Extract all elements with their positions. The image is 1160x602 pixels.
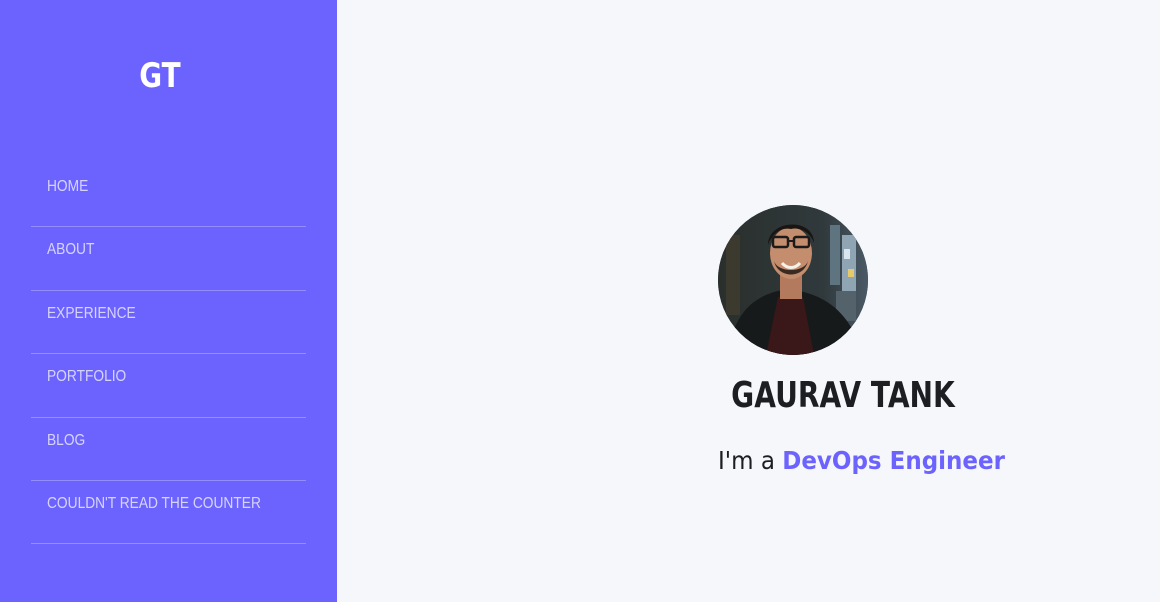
nav-item-label: HOME — [47, 178, 89, 195]
profile-avatar — [718, 205, 868, 355]
page: GT HOME ABOUT EXPERIENCE PORTFOLIO BLOG … — [0, 0, 1160, 602]
nav-item-label: BLOG — [47, 431, 86, 449]
site-logo[interactable]: GT — [29, 56, 291, 96]
nav-item-about[interactable]: ABOUT — [31, 227, 306, 291]
hero-section: GAURAV TANK I'm a DevOps Engineer — [337, 0, 1160, 602]
nav-item-blog[interactable]: BLOG — [31, 418, 306, 481]
nav-item-experience[interactable]: EXPERIENCE — [31, 291, 306, 355]
sidebar-nav: HOME ABOUT EXPERIENCE PORTFOLIO BLOG COU… — [31, 164, 306, 545]
nav-item-portfolio[interactable]: PORTFOLIO — [31, 354, 306, 418]
profile-photo — [718, 205, 868, 355]
tagline-prefix: I'm a — [718, 446, 783, 475]
nav-item-counter[interactable]: COULDN'T READ THE COUNTER — [31, 481, 306, 545]
sidebar: GT HOME ABOUT EXPERIENCE PORTFOLIO BLOG … — [0, 0, 337, 602]
nav-item-home[interactable]: HOME — [31, 164, 306, 228]
typed-role: DevOps Engineer — [782, 446, 1005, 475]
profile-name: GAURAV TANK — [731, 375, 955, 416]
nav-item-label: ABOUT — [47, 241, 95, 259]
nav-item-label: PORTFOLIO — [47, 368, 127, 386]
profile-tagline: I'm a DevOps Engineer — [718, 446, 1005, 475]
nav-item-label: EXPERIENCE — [47, 304, 136, 322]
nav-item-label: COULDN'T READ THE COUNTER — [47, 494, 261, 512]
